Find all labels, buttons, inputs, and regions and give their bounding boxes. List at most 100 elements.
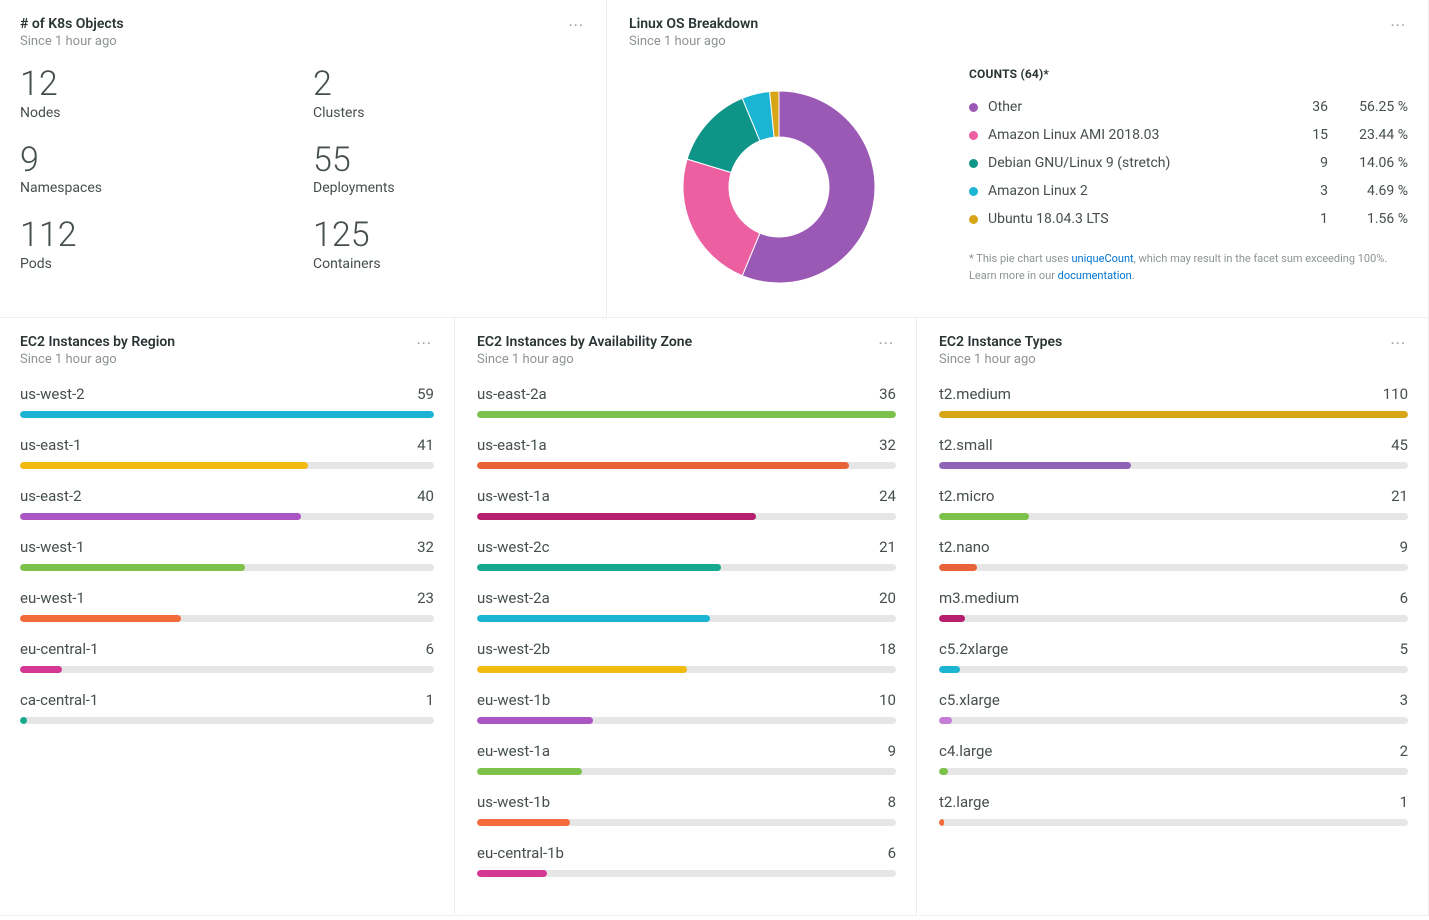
legend-row[interactable]: Ubuntu 18.04.3 LTS11.56 % [969,205,1408,233]
bar-track [939,615,1408,622]
bar-label: c4.large [939,742,992,760]
bar-item[interactable]: t2.medium110 [939,385,1408,418]
metric-value: 125 [313,218,586,254]
bar-track [20,717,434,724]
link-uniquecount[interactable]: uniqueCount [1071,252,1133,265]
pie-footnote: * This pie chart uses uniqueCount, which… [969,251,1408,284]
bar-value: 10 [879,691,896,709]
bar-label: us-east-1 [20,436,82,454]
bar-label: eu-west-1a [477,742,550,760]
bar-item[interactable]: us-west-2b18 [477,640,896,673]
metric-value: 112 [20,218,293,254]
legend-dot [969,131,978,140]
bar-track [939,819,1408,826]
bar-item[interactable]: us-east-240 [20,487,434,520]
metric: 125Containers [313,218,586,272]
bar-label: m3.medium [939,589,1019,607]
bar-item[interactable]: eu-west-123 [20,589,434,622]
bar-item[interactable]: c5.xlarge3 [939,691,1408,724]
bar-track [20,462,434,469]
bar-item[interactable]: us-east-141 [20,436,434,469]
metric: 9Namespaces [20,143,293,197]
bar-list: us-west-259 us-east-141 us-east-240 us-west… [20,385,434,724]
bar-label: us-west-2b [477,640,550,658]
bar-value: 6 [1400,589,1408,607]
legend-count: 15 [1288,127,1328,143]
legend-name: Other [988,99,1288,115]
legend-row[interactable]: Amazon Linux 234.69 % [969,177,1408,205]
bar-track [939,564,1408,571]
legend-list: Other3656.25 %Amazon Linux AMI 2018.0315… [969,93,1408,233]
card-subtitle: Since 1 hour ago [20,34,586,49]
bar-item[interactable]: c4.large2 [939,742,1408,775]
bar-fill [20,564,245,571]
bar-item[interactable]: us-west-2a20 [477,589,896,622]
bar-item[interactable]: c5.2xlarge5 [939,640,1408,673]
bar-track [20,564,434,571]
bar-item[interactable]: t2.micro21 [939,487,1408,520]
bar-item[interactable]: us-west-132 [20,538,434,571]
legend-row[interactable]: Other3656.25 % [969,93,1408,121]
legend-row[interactable]: Amazon Linux AMI 2018.031523.44 % [969,121,1408,149]
bar-fill [477,411,896,418]
metrics-grid: 12Nodes2Clusters9Namespaces55Deployments… [20,67,586,272]
bar-item[interactable]: eu-west-1a9 [477,742,896,775]
bar-label: eu-central-1b [477,844,564,862]
card-menu-button[interactable]: ··· [872,332,900,355]
bar-fill [477,564,721,571]
bar-track [477,411,896,418]
bar-track [20,615,434,622]
metric: 112Pods [20,218,293,272]
card-menu-button[interactable]: ··· [562,14,590,37]
bar-label: ca-central-1 [20,691,98,709]
bar-label: c5.xlarge [939,691,1000,709]
bar-fill [477,870,547,877]
bar-value: 24 [879,487,896,505]
card-subtitle: Since 1 hour ago [20,352,434,367]
metric: 12Nodes [20,67,293,121]
bar-fill [939,462,1131,469]
legend-pct: 4.69 % [1348,183,1408,199]
bar-item[interactable]: us-east-1a32 [477,436,896,469]
card-menu-button[interactable]: ··· [410,332,438,355]
pie-slice[interactable] [683,159,760,276]
bar-item[interactable]: us-west-1a24 [477,487,896,520]
legend-count: 9 [1288,155,1328,171]
bar-item[interactable]: us-west-2c21 [477,538,896,571]
metric-value: 12 [20,67,293,103]
legend-name: Debian GNU/Linux 9 (stretch) [988,155,1288,171]
bar-item[interactable]: m3.medium 6 [939,589,1408,622]
card-menu-button[interactable]: ··· [1384,332,1412,355]
bar-item[interactable]: t2.small45 [939,436,1408,469]
card-menu-button[interactable]: ··· [1384,14,1412,37]
bar-label: t2.medium [939,385,1011,403]
bar-track [939,768,1408,775]
bar-item[interactable]: us-east-2a36 [477,385,896,418]
card-title: EC2 Instances by Availability Zone [477,334,896,350]
link-documentation[interactable]: documentation [1058,269,1132,282]
bar-label: us-west-2 [20,385,85,403]
bar-item[interactable]: eu-central-1b6 [477,844,896,877]
bar-item[interactable]: ca-central-1 1 [20,691,434,724]
legend-pct: 23.44 % [1348,127,1408,143]
bar-item[interactable]: eu-west-1b10 [477,691,896,724]
bar-track [477,768,896,775]
bar-item[interactable]: us-west-1b8 [477,793,896,826]
bar-track [477,615,896,622]
legend-row[interactable]: Debian GNU/Linux 9 (stretch)9 14.06 % [969,149,1408,177]
bar-label: t2.micro [939,487,994,505]
legend-pct: 14.06 % [1348,155,1408,171]
bar-value: 1 [426,691,434,709]
legend-name: Ubuntu 18.04.3 LTS [988,211,1288,227]
bar-item[interactable]: us-west-259 [20,385,434,418]
bar-label: us-east-1a [477,436,547,454]
bar-list: t2.medium110 t2.small45 t2.micro21 t2.nano9… [939,385,1408,826]
bar-item[interactable]: eu-central-16 [20,640,434,673]
bar-fill [20,615,181,622]
bar-fill [939,717,952,724]
legend-dot [969,103,978,112]
bar-item[interactable]: t2.nano9 [939,538,1408,571]
bar-label: us-west-1b [477,793,550,811]
bar-fill [20,411,434,418]
bar-item[interactable]: t2.large1 [939,793,1408,826]
